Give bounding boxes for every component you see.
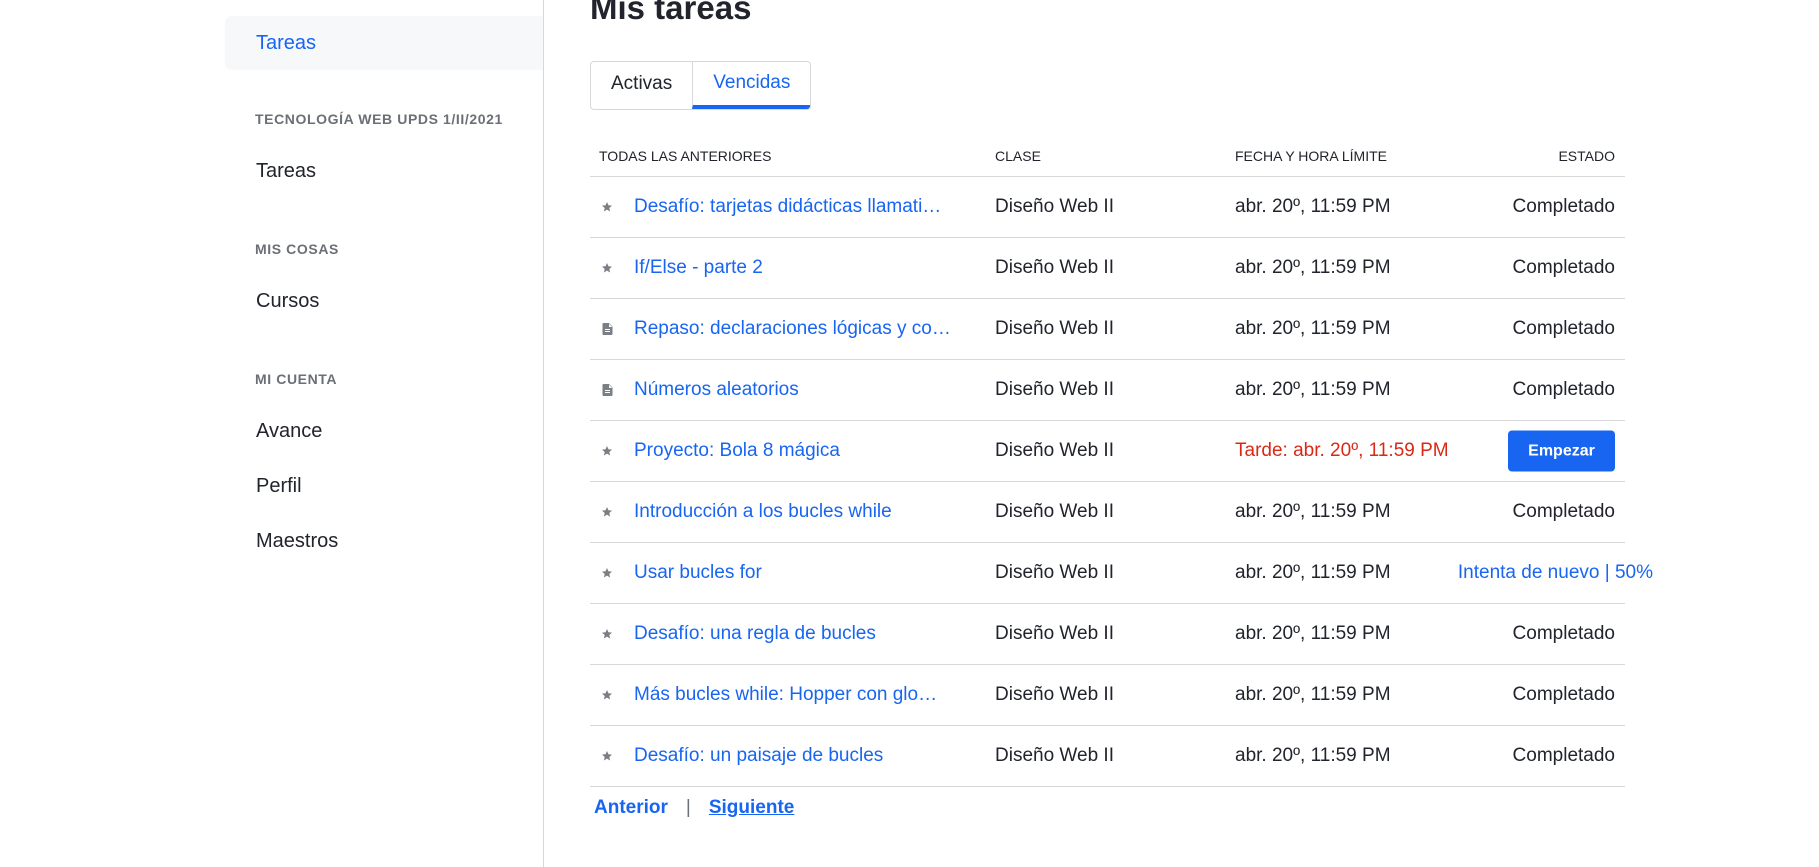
class-name: Diseño Web II [995, 623, 1114, 644]
assignment-title-link[interactable]: Repaso: declaraciones lógicas y co… [634, 318, 951, 340]
due-date: abr. 20º, 11:59 PM [1235, 745, 1391, 766]
due-date: abr. 20º, 11:59 PM [1235, 379, 1391, 400]
column-header-status: ESTADO [1558, 148, 1615, 164]
class-name: Diseño Web II [995, 440, 1114, 461]
due-date: Tarde: abr. 20º, 11:59 PM [1235, 440, 1449, 461]
tab-activas[interactable]: Activas [591, 62, 692, 109]
sidebar-heading-mis-cosas: MIS COSAS [255, 241, 339, 257]
sidebar-heading-mi-cuenta: MI CUENTA [255, 371, 338, 387]
score-value: 50% [1614, 562, 1653, 583]
sidebar: Tareas TECNOLOGÍA WEB UPDS 1/II/2021 Tar… [225, 0, 544, 867]
retry-link[interactable]: Intenta de nuevo [1458, 562, 1600, 583]
due-date: abr. 20º, 11:59 PM [1235, 257, 1391, 278]
assignment-title-link[interactable]: Desafío: tarjetas didácticas llamati… [634, 196, 941, 218]
table-row: Desafío: tarjetas didácticas llamati… Dis… [590, 177, 1625, 238]
retry-status[interactable]: Intenta de nuevo | 50% [1458, 562, 1653, 584]
document-icon [601, 323, 613, 335]
status-text: Completado [1512, 318, 1615, 339]
table-row: Números aleatorios Diseño Web II abr. 20º,… [590, 360, 1625, 421]
status-text: Completado [1512, 745, 1615, 766]
table-row: Desafío: una regla de bucles Diseño Web I… [590, 604, 1625, 665]
sidebar-heading-class: TECNOLOGÍA WEB UPDS 1/II/2021 [255, 111, 503, 127]
due-date: abr. 20º, 11:59 PM [1235, 623, 1391, 644]
previous-page-link[interactable]: Anterior [594, 797, 668, 818]
sidebar-item-tareas[interactable]: Tareas [256, 160, 316, 183]
table-row: Repaso: declaraciones lógicas y co… Diseñ… [590, 299, 1625, 360]
table-header: TODAS LAS ANTERIORES CLASE FECHA Y HORA … [590, 140, 1625, 177]
table-row: Más bucles while: Hopper con glo… Diseño … [590, 665, 1625, 726]
star-icon [601, 689, 613, 701]
star-icon [601, 262, 613, 274]
column-header-title: TODAS LAS ANTERIORES [599, 148, 772, 164]
star-icon [601, 750, 613, 762]
star-icon [601, 628, 613, 640]
class-name: Diseño Web II [995, 684, 1114, 705]
pagination-separator: | [685, 797, 691, 818]
status-text: Completado [1512, 196, 1615, 217]
assignment-title-link[interactable]: Números aleatorios [634, 379, 799, 401]
sidebar-item-label: Tareas [256, 32, 317, 54]
start-button[interactable]: Empezar [1508, 430, 1615, 472]
pagination: Anterior | Siguiente [594, 797, 794, 819]
star-icon [601, 506, 613, 518]
class-name: Diseño Web II [995, 196, 1114, 217]
assignment-title-link[interactable]: Usar bucles for [634, 562, 762, 584]
status-text: Completado [1512, 623, 1615, 644]
class-name: Diseño Web II [995, 745, 1114, 766]
status-text: Completado [1512, 257, 1615, 278]
assignment-title-link[interactable]: Proyecto: Bola 8 mágica [634, 440, 840, 462]
sidebar-item-perfil[interactable]: Perfil [256, 475, 302, 498]
table-row: Introducción a los bucles while Diseño We… [590, 482, 1625, 543]
due-date: abr. 20º, 11:59 PM [1235, 562, 1391, 583]
sidebar-item-avance[interactable]: Avance [256, 420, 322, 443]
table-row: If/Else - parte 2 Diseño Web II abr. 20º, … [590, 238, 1625, 299]
tab-vencidas[interactable]: Vencidas [692, 62, 811, 109]
due-date: abr. 20º, 11:59 PM [1235, 501, 1391, 522]
column-header-class: CLASE [995, 148, 1041, 164]
due-date: abr. 20º, 11:59 PM [1235, 196, 1391, 217]
status-text: Completado [1512, 379, 1615, 400]
class-name: Diseño Web II [995, 318, 1114, 339]
assignment-title-link[interactable]: Introducción a los bucles while [634, 501, 892, 523]
page-title: Mis tareas [590, 0, 752, 26]
table-row: Desafío: un paisaje de bucles Diseño Web … [590, 726, 1625, 787]
table-row: Usar bucles for Diseño Web II abr. 20º, 11… [590, 543, 1653, 604]
class-name: Diseño Web II [995, 257, 1114, 278]
assignments-table: TODAS LAS ANTERIORES CLASE FECHA Y HORA … [590, 140, 1653, 787]
assignment-title-link[interactable]: Desafío: un paisaje de bucles [634, 745, 883, 767]
due-date: abr. 20º, 11:59 PM [1235, 684, 1391, 705]
sidebar-item-maestros[interactable]: Maestros [256, 530, 338, 553]
table-body: Desafío: tarjetas didácticas llamati… Dis… [590, 177, 1653, 787]
status-text: Completado [1512, 684, 1615, 705]
star-icon [601, 201, 613, 213]
column-header-due: FECHA Y HORA LÍMITE [1235, 148, 1387, 164]
document-icon [601, 384, 613, 396]
sidebar-item-tareas-active[interactable]: Tareas [225, 16, 543, 70]
due-date: abr. 20º, 11:59 PM [1235, 318, 1391, 339]
next-page-link[interactable]: Siguiente [709, 797, 795, 818]
class-name: Diseño Web II [995, 501, 1114, 522]
assignment-title-link[interactable]: Desafío: una regla de bucles [634, 623, 876, 645]
status-text: Completado [1512, 501, 1615, 522]
tab-bar: Activas Vencidas [590, 61, 812, 110]
star-icon [601, 445, 613, 457]
class-name: Diseño Web II [995, 562, 1114, 583]
class-name: Diseño Web II [995, 379, 1114, 400]
star-icon [601, 567, 613, 579]
main-content: Mis tareas Activas Vencidas TODAS LAS AN… [590, 0, 1690, 867]
assignment-title-link[interactable]: If/Else - parte 2 [634, 257, 763, 279]
sidebar-item-cursos[interactable]: Cursos [256, 290, 319, 313]
assignment-title-link[interactable]: Más bucles while: Hopper con glo… [634, 684, 937, 706]
table-row: Proyecto: Bola 8 mágica Diseño Web II Tard… [590, 421, 1625, 482]
